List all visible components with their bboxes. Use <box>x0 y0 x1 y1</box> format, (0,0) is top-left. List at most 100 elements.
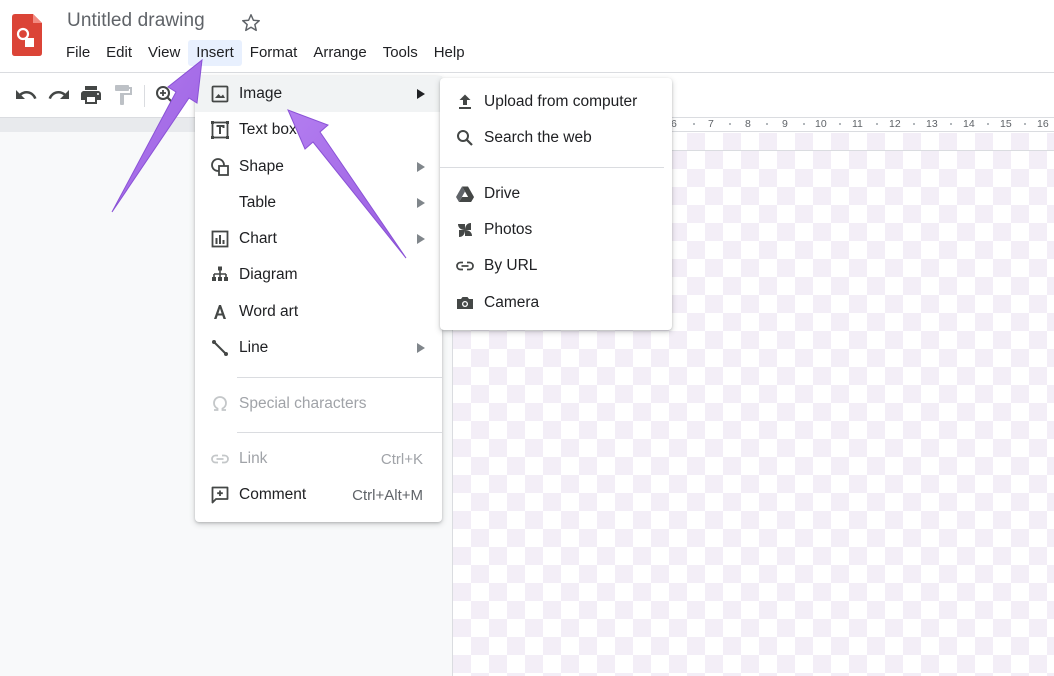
ruler-dot <box>839 123 841 125</box>
insert-word-art-item[interactable]: Word art <box>195 294 442 330</box>
comment-icon <box>211 486 229 504</box>
ruler-dot <box>913 123 915 125</box>
ruler-dot <box>1024 123 1026 125</box>
menu-item-label: Image <box>239 85 283 102</box>
insert-image-item[interactable]: Image <box>195 76 442 112</box>
menu-bar: File Edit View Insert Format Arrange Too… <box>58 40 473 66</box>
link-icon <box>456 261 474 271</box>
redo-icon[interactable] <box>47 83 71 107</box>
shape-icon <box>211 158 229 176</box>
drive-icon <box>456 186 474 202</box>
ruler-tick: 7 <box>708 118 714 130</box>
insert-menu: Image Text box Shape Table Chart Diagram… <box>195 76 442 522</box>
photos-pinwheel-icon <box>458 223 472 237</box>
menu-item-label: Shape <box>239 158 284 175</box>
menu-separator <box>237 377 442 378</box>
camera-item[interactable]: Camera <box>440 285 672 321</box>
text-box-icon <box>211 121 229 139</box>
insert-text-box-item[interactable]: Text box <box>195 112 442 148</box>
ruler-tick: 8 <box>745 118 751 130</box>
star-icon[interactable] <box>240 12 262 34</box>
ruler-dot <box>693 123 695 125</box>
ruler-dot <box>729 123 731 125</box>
submenu-item-label: Photos <box>484 221 533 238</box>
photos-item[interactable]: Photos <box>440 212 672 248</box>
shortcut-label: Ctrl+K <box>380 450 423 468</box>
menu-edit[interactable]: Edit <box>98 40 140 66</box>
menu-item-label: Special characters <box>239 395 367 412</box>
submenu-item-label: Drive <box>484 185 521 202</box>
ruler-tick: 12 <box>889 118 901 130</box>
menu-item-label: Chart <box>239 230 277 247</box>
image-submenu: Upload from computer Search the web Driv… <box>440 78 672 330</box>
by-url-item[interactable]: By URL <box>440 248 672 284</box>
shortcut-label: Ctrl+Alt+M <box>352 486 423 504</box>
ruler-tick: 14 <box>963 118 975 130</box>
menu-item-label: Comment <box>239 486 307 503</box>
menu-format[interactable]: Format <box>242 40 306 66</box>
menu-item-label: Text box <box>239 121 297 138</box>
upload-icon <box>459 94 471 109</box>
menu-item-label: Link <box>239 450 268 467</box>
menu-item-label: Word art <box>239 303 299 320</box>
line-icon <box>212 340 228 356</box>
image-icon <box>211 85 229 103</box>
insert-table-item[interactable]: Table <box>195 185 442 221</box>
toolbar-separator <box>144 85 145 107</box>
submenu-arrow-icon <box>417 162 425 172</box>
menu-item-label: Line <box>239 339 269 356</box>
menu-arrange[interactable]: Arrange <box>305 40 374 66</box>
ruler-tick: 9 <box>782 118 788 130</box>
insert-comment-item[interactable]: Comment Ctrl+Alt+M <box>195 477 442 513</box>
camera-icon <box>457 297 473 309</box>
submenu-arrow-icon <box>417 89 425 99</box>
document-title[interactable]: Untitled drawing <box>67 10 205 32</box>
print-icon[interactable] <box>79 83 103 107</box>
link-icon <box>211 454 229 464</box>
diagram-icon <box>212 266 228 281</box>
upload-from-computer-item[interactable]: Upload from computer <box>440 84 672 120</box>
app-header: Untitled drawing File Edit View Insert F… <box>0 0 1054 72</box>
menu-insert[interactable]: Insert <box>188 40 242 66</box>
menu-item-label: Table <box>239 194 277 211</box>
submenu-arrow-icon <box>417 198 425 208</box>
insert-shape-item[interactable]: Shape <box>195 149 442 185</box>
chart-icon <box>211 230 229 248</box>
submenu-item-label: Search the web <box>484 129 592 146</box>
menu-view[interactable]: View <box>140 40 188 66</box>
insert-diagram-item[interactable]: Diagram <box>195 257 442 293</box>
drive-item[interactable]: Drive <box>440 176 672 212</box>
ruler-dot <box>803 123 805 125</box>
zoom-icon[interactable] <box>153 83 177 107</box>
paint-format-icon[interactable] <box>111 83 135 107</box>
ruler-tick: 16 <box>1037 118 1049 130</box>
submenu-separator <box>440 167 664 168</box>
word-art-icon <box>214 305 226 319</box>
menu-separator <box>237 432 442 433</box>
insert-line-item[interactable]: Line <box>195 330 442 366</box>
submenu-item-label: Camera <box>484 294 540 311</box>
ruler-tick: 13 <box>926 118 938 130</box>
menu-help[interactable]: Help <box>426 40 473 66</box>
menu-item-label: Diagram <box>239 266 298 283</box>
menu-tools[interactable]: Tools <box>375 40 426 66</box>
menu-file[interactable]: File <box>58 40 98 66</box>
ruler-tick: 10 <box>815 118 827 130</box>
insert-special-characters-item: Special characters <box>195 386 442 422</box>
ruler-dot <box>950 123 952 125</box>
search-the-web-item[interactable]: Search the web <box>440 120 672 156</box>
insert-link-item: Link Ctrl+K <box>195 441 442 477</box>
undo-icon[interactable] <box>14 83 38 107</box>
ruler-tick: 11 <box>852 118 863 130</box>
submenu-item-label: By URL <box>484 257 538 274</box>
submenu-arrow-icon <box>417 234 425 244</box>
submenu-item-label: Upload from computer <box>484 93 638 110</box>
ruler-dot <box>876 123 878 125</box>
omega-icon <box>213 396 227 411</box>
submenu-arrow-icon <box>417 343 425 353</box>
drawings-logo-icon[interactable] <box>12 14 42 56</box>
insert-chart-item[interactable]: Chart <box>195 221 442 257</box>
search-icon <box>457 130 473 146</box>
ruler-tick: 15 <box>1000 118 1012 130</box>
ruler-dot <box>766 123 768 125</box>
